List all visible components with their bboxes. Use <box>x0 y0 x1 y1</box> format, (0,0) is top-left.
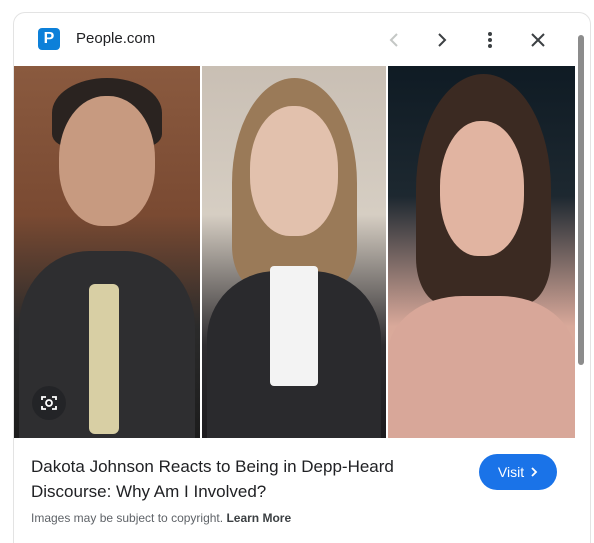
shirt-shape <box>270 266 318 386</box>
preview-image[interactable] <box>14 66 577 438</box>
lens-search-button[interactable] <box>32 386 66 420</box>
site-logo[interactable]: P <box>38 28 60 50</box>
site-name[interactable]: People.com <box>76 30 155 47</box>
face-shape <box>59 96 155 226</box>
learn-more-link[interactable]: Learn More <box>226 511 291 525</box>
preview-header: P People.com <box>14 13 590 66</box>
tie-shape <box>89 284 119 434</box>
dress-shape <box>388 296 575 438</box>
chevron-right-icon <box>438 33 447 47</box>
copyright-notice: Images may be subject to copyright. Lear… <box>31 511 291 525</box>
dakota-johnson-photo <box>388 66 575 438</box>
close-button[interactable] <box>524 26 552 54</box>
amber-heard-photo <box>202 66 386 438</box>
chevron-left-icon <box>389 33 398 47</box>
close-icon <box>531 33 545 47</box>
camera-lens-icon <box>41 396 57 410</box>
copyright-text: Images may be subject to copyright. <box>31 511 224 525</box>
next-button[interactable] <box>428 26 456 54</box>
article-headline[interactable]: Dakota Johnson Reacts to Being in Depp-H… <box>31 454 451 504</box>
previous-button[interactable] <box>380 26 408 54</box>
visit-button-label: Visit <box>497 464 525 480</box>
image-preview-panel: P People.com Dakota Johnson Reacts to Be… <box>13 12 591 543</box>
face-shape <box>440 121 524 256</box>
more-vert-icon <box>488 32 492 48</box>
more-options-button[interactable] <box>476 26 504 54</box>
chevron-right-icon <box>531 467 538 477</box>
visit-button[interactable]: Visit <box>479 454 557 490</box>
johnny-depp-photo <box>14 66 200 438</box>
scrollbar-thumb[interactable] <box>578 35 584 365</box>
face-shape <box>250 106 338 236</box>
